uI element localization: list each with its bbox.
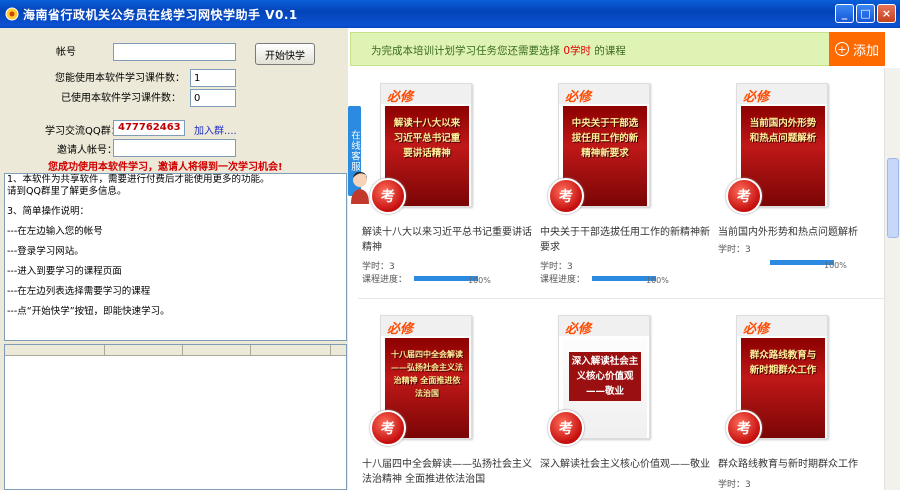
exam-badge[interactable]: 考 (726, 178, 762, 214)
poster-text: 群众路线教育与新时期群众工作 (749, 350, 817, 376)
qq-group-label: 学习交流QQ群： (45, 126, 121, 137)
success-message: 您成功使用本软件学习，邀请人将得到一次学习机会! (48, 162, 283, 173)
exam-badge[interactable]: 考 (548, 178, 584, 214)
progress-label: 课程进度： (540, 275, 586, 285)
course-list-header (5, 345, 346, 356)
service-label: 在线客服 (349, 130, 360, 172)
minimize-button[interactable]: _ (835, 4, 854, 23)
scrollbar[interactable] (884, 68, 900, 490)
progress-percent: 100% (646, 276, 669, 285)
add-label: 添加 (852, 43, 879, 59)
instruction-line: 1、本软件为共享软件，需要进行付费后才能使用更多的功能。 (7, 174, 270, 185)
control-panel: 帐号 开始快学 您能使用本软件学习课件数： 已使用本软件学习课件数： 学习交流Q… (0, 28, 348, 490)
instructions-box[interactable]: 1、本软件为共享软件，需要进行付费后才能使用更多的功能。 请到QQ群里了解更多信… (4, 173, 347, 341)
column-header[interactable] (183, 345, 251, 355)
course-title[interactable]: 十八届四中全会解读——弘扬社会主义法治精神 全面推进依法治国 (362, 457, 537, 487)
account-input[interactable] (113, 43, 236, 61)
course-title[interactable]: 解读十八大以来习近平总书记重要讲话精神 (362, 225, 537, 255)
poster-text: 十八届四中全会解读——弘扬社会主义法治精神 全面推进依法治国 (391, 350, 463, 398)
column-header[interactable] (251, 345, 331, 355)
instruction-line: ---登录学习网站。 (7, 246, 84, 257)
poster-text: 解读十八大以来习近平总书记重要讲话精神 (393, 118, 461, 159)
instruction-line: ---点“开始快学”按钮，即能快速学习。 (7, 306, 170, 317)
maximize-button[interactable]: □ (856, 4, 875, 23)
join-group-link[interactable]: 加入群.... (194, 122, 237, 137)
course-hours: 学时：3 (540, 262, 573, 272)
column-header[interactable] (5, 345, 105, 355)
requirement-banner: 为完成本培训计划学习任务您还需要选择 0学时 的课程 (350, 32, 885, 66)
web-view: 为完成本培训计划学习任务您还需要选择 0学时 的课程 + 添加 在线客服 必修 … (348, 28, 900, 490)
title-bar: 海南省行政机关公务员在线学习网快学助手 V0.1 _ □ × (0, 0, 900, 28)
poster-text: 当前国内外形势和热点问题解析 (749, 118, 817, 144)
course-title[interactable]: 群众路线教育与新时期群众工作 (718, 457, 893, 472)
row-divider (358, 298, 884, 299)
banner-prefix: 为完成本培训计划学习任务您还需要选择 (371, 45, 560, 57)
required-tag: 必修 (387, 90, 414, 105)
requirement-text: 为完成本培训计划学习任务您还需要选择 0学时 的课程 (371, 43, 626, 58)
course-hours: 学时：3 (718, 245, 751, 255)
progress-label: 课程进度： (362, 275, 408, 285)
exam-badge[interactable]: 考 (726, 410, 762, 446)
qq-group-number: 477762463 (113, 120, 185, 136)
required-tag: 必修 (565, 90, 592, 105)
poster-text: 中央关于干部选拔任用工作的新精神新要求 (571, 118, 639, 159)
add-course-button[interactable]: + 添加 (829, 32, 885, 66)
progress-percent: 100% (824, 261, 847, 270)
close-button[interactable]: × (877, 4, 896, 23)
exam-badge[interactable]: 考 (370, 410, 406, 446)
course-title[interactable]: 深入解读社会主义核心价值观——敬业 (540, 457, 715, 472)
course-title[interactable]: 中央关于干部选拔任用工作的新精神新要求 (540, 225, 715, 255)
used-count-input[interactable] (190, 89, 236, 107)
course-list[interactable] (4, 344, 347, 490)
progress-percent: 100% (468, 276, 491, 285)
plus-icon: + (834, 42, 849, 56)
start-button[interactable]: 开始快学 (255, 43, 315, 65)
usable-count-label: 您能使用本软件学习课件数： (55, 73, 185, 84)
usable-count-input[interactable] (190, 69, 236, 87)
instruction-line: ---在左边输入您的帐号 (7, 226, 103, 237)
banner-suffix: 的课程 (594, 45, 626, 57)
course-hours: 学时：3 (362, 262, 395, 272)
window-title: 海南省行政机关公务员在线学习网快学助手 V0.1 (23, 7, 298, 22)
column-header[interactable] (105, 345, 183, 355)
course-hours: 学时：3 (718, 480, 751, 490)
account-label: 帐号 (56, 47, 76, 58)
instruction-line: 3、简单操作说明： (7, 206, 90, 217)
instruction-line: ---在左边列表选择需要学习的课程 (7, 286, 151, 297)
app-icon (5, 7, 19, 21)
required-tag: 必修 (743, 90, 770, 105)
required-tag: 必修 (743, 322, 770, 337)
used-count-label: 已使用本软件学习课件数： (61, 93, 181, 104)
instruction-line: 请到QQ群里了解更多信息。 (7, 186, 127, 197)
poster-text: 深入解读社会主义核心价值观——敬业 (569, 352, 641, 401)
inviter-label: 邀请人帐号： (57, 145, 117, 156)
instruction-line: ---进入到要学习的课程页面 (7, 266, 122, 277)
required-tag: 必修 (387, 322, 414, 337)
exam-badge[interactable]: 考 (370, 178, 406, 214)
service-avatar-icon[interactable] (349, 170, 371, 204)
required-tag: 必修 (565, 322, 592, 337)
course-title[interactable]: 当前国内外形势和热点问题解析 (718, 225, 893, 240)
exam-badge[interactable]: 考 (548, 410, 584, 446)
remaining-hours: 0学时 (563, 45, 592, 57)
inviter-input[interactable] (113, 139, 236, 157)
